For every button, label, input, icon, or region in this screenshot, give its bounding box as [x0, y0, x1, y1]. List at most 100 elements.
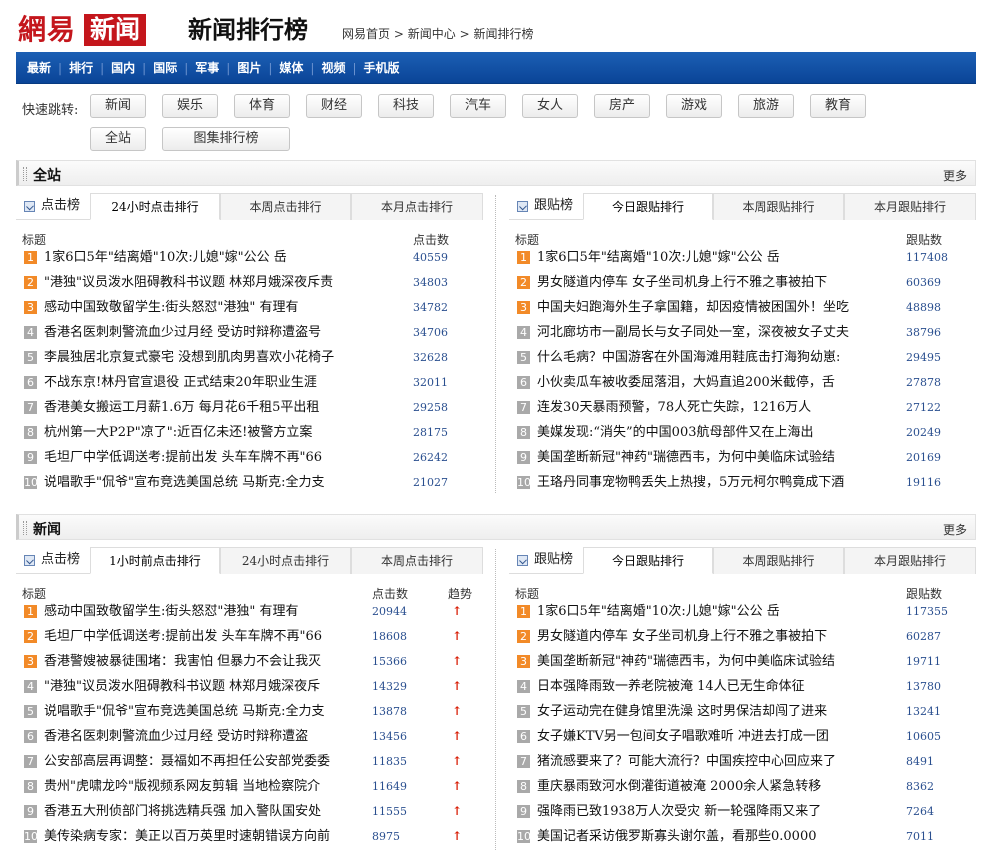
tab-1h-clicks[interactable]: 1小时前点击排行 — [90, 547, 220, 574]
nav-sep: | — [58, 60, 63, 75]
more-link[interactable]: 更多 — [943, 167, 967, 184]
quick-jump-auto[interactable]: 汽车 — [450, 94, 506, 118]
nav-media[interactable]: 媒体 — [274, 59, 308, 76]
news-title-link[interactable]: 连发30天暴雨预警，78人死亡失踪，1216万人 — [537, 395, 892, 420]
nav-ranking[interactable]: 排行 — [64, 59, 98, 76]
rank-badge: 2 — [517, 630, 530, 643]
nav-military[interactable]: 军事 — [190, 59, 224, 76]
news-title-link[interactable]: 感动中国致敬留学生:街头怒怼"港独" 有理有 — [44, 295, 404, 320]
trend-up-icon: ↑ — [452, 629, 463, 643]
news-title-link[interactable]: 什么毛病？中国游客在外国海滩用鞋底击打海狗幼崽: — [537, 345, 892, 370]
news-title-link[interactable]: 王珞丹同事宠物鸭丢失上热搜，5万元柯尔鸭竟成下酒 — [537, 470, 892, 495]
tab-month-comments[interactable]: 本月跟贴排行 — [844, 193, 976, 220]
news-title-link[interactable]: 毛坦厂中学低调送考:提前出发 头车车牌不再"66 — [44, 624, 364, 649]
news-title-link[interactable]: 小伙卖瓜车被收委屈落泪，大妈直追200米截停，舌 — [537, 370, 892, 395]
news-title-link[interactable]: 美国垄断新冠"神药"瑞德西韦，为何中美临床试验结 — [537, 649, 892, 674]
news-title-link[interactable]: 贵州"虎啸龙吟"版视频系网友剪辑 当地检察院介 — [44, 774, 364, 799]
nav-international[interactable]: 国际 — [148, 59, 182, 76]
news-title-link[interactable]: 猪流感要来了？可能大流行？中国疾控中心回应来了 — [537, 749, 892, 774]
tab-24h-clicks[interactable]: 24小时点击排行 — [220, 547, 351, 574]
news-title-link[interactable]: 杭州第一大P2P"凉了":近百亿未还!被警方立案 — [44, 420, 404, 445]
tab-today-comments[interactable]: 今日跟贴排行 — [583, 547, 713, 574]
news-title-link[interactable]: 香港名医刺刺警流血少过月经 受访时辩称遭盗 — [44, 724, 364, 749]
news-title-link[interactable]: 美传染病专家：美正以百万英里时速朝错误方向前 — [44, 824, 364, 849]
news-title-link[interactable]: 1家6口5年"结离婚"10次:儿媳"嫁"公公 岳 — [44, 245, 404, 270]
news-title-link[interactable]: 男女隧道内停车 女子坐司机身上行不雅之事被拍下 — [537, 624, 892, 649]
news-title-link[interactable]: 李晨独居北京复式豪宅 没想到肌肉男喜欢小花椅子 — [44, 345, 404, 370]
news-title-link[interactable]: "港独"议员泼水阻碍教科书议题 林郑月娥深夜斥 — [44, 674, 364, 699]
news-title-link[interactable]: 女子嫌KTV另一包间女子唱歌难听 冲进去打成一团 — [537, 724, 892, 749]
tab-week-comments[interactable]: 本周跟贴排行 — [713, 547, 844, 574]
quick-jump-finance[interactable]: 财经 — [306, 94, 362, 118]
news-title-link[interactable]: 美媒发现:“消失”的中国003航母部件又在上海出 — [537, 420, 892, 445]
rank-badge: 8 — [517, 780, 530, 793]
list-item: 9 香港五大刑侦部门将挑选精兵强 加入警队国安处 11555 ↑ — [16, 799, 483, 824]
nav-pictures[interactable]: 图片 — [232, 59, 266, 76]
nav-domestic[interactable]: 国内 — [106, 59, 140, 76]
breadcrumb-home[interactable]: 网易首页 — [342, 27, 390, 41]
news-title-link[interactable]: 说唱歌手"侃爷"宣布竞选美国总统 马斯克:全力支 — [44, 699, 364, 724]
list-item: 1 1家6口5年"结离婚"10次:儿媳"嫁"公公 岳 117408 — [509, 245, 976, 270]
news-title-link[interactable]: 公安部高层再调整：聂福如不再担任公安部党委委 — [44, 749, 364, 774]
news-title-link[interactable]: 不战东京!林丹官宣退役 正式结束20年职业生涯 — [44, 370, 404, 395]
rank-badge: 5 — [517, 705, 530, 718]
news-comment-ranking-panel: 跟贴榜 今日跟贴排行 本周跟贴排行 本月跟贴排行 标题 跟贴数 1 1家6口5年"… — [509, 547, 976, 850]
news-title-link[interactable]: 河北廊坊市一副局长与女子同处一室，深夜被女子丈夫 — [537, 320, 892, 345]
news-title-link[interactable]: 日本强降雨致一养老院被淹 14人已无生命体征 — [537, 674, 892, 699]
news-title-link[interactable]: 香港美女搬运工月薪1.6万 每月花6千租5平出租 — [44, 395, 404, 420]
quick-jump-tech[interactable]: 科技 — [378, 94, 434, 118]
tab-24h-clicks[interactable]: 24小时点击排行 — [90, 193, 220, 220]
news-title-link[interactable]: 美国记者采访俄罗斯寡头谢尔盖，看那些0.0000 — [537, 824, 892, 849]
tab-today-comments[interactable]: 今日跟贴排行 — [583, 193, 713, 220]
tab-month-comments[interactable]: 本月跟贴排行 — [844, 547, 976, 574]
quick-jump-travel[interactable]: 旅游 — [738, 94, 794, 118]
quick-jump-ent[interactable]: 娱乐 — [162, 94, 218, 118]
quick-jump-edu[interactable]: 教育 — [810, 94, 866, 118]
list-item: 4 "港独"议员泼水阻碍教科书议题 林郑月娥深夜斥 14329 ↑ — [16, 674, 483, 699]
breadcrumb-news-center[interactable]: 新闻中心 — [408, 27, 456, 41]
count-value: 20169 — [906, 451, 941, 464]
news-title-link[interactable]: 美国垄断新冠"神药"瑞德西韦，为何中美临床试验结 — [537, 445, 892, 470]
news-title-link[interactable]: 重庆暴雨致河水倒灌街道被淹 2000余人紧急转移 — [537, 774, 892, 799]
news-title-link[interactable]: 感动中国致敬留学生:街头怒怼"港独" 有理有 — [44, 599, 364, 624]
quick-jump-lady[interactable]: 女人 — [522, 94, 578, 118]
netease-logo[interactable]: 網易 新闻 — [18, 14, 147, 46]
tab-month-clicks[interactable]: 本月点击排行 — [351, 193, 483, 220]
list-item: 9 毛坦厂中学低调送考:提前出发 头车车牌不再"66 26242 — [16, 445, 483, 470]
news-title-link[interactable]: 说唱歌手"侃爷"宣布竞选美国总统 马斯克:全力支 — [44, 470, 404, 495]
rank-badge: 5 — [517, 351, 530, 364]
tab-week-clicks[interactable]: 本周点击排行 — [351, 547, 483, 574]
quick-jump-news[interactable]: 新闻 — [90, 94, 146, 118]
news-title-link[interactable]: 中国夫妇跑海外生子拿国籍，却因疫情被困国外！坐吃 — [537, 295, 892, 320]
news-title-link[interactable]: 香港警嫂被暴徒围堵：我害怕 但暴力不会让我灭 — [44, 649, 364, 674]
quick-jump-game[interactable]: 游戏 — [666, 94, 722, 118]
rank-badge: 7 — [517, 755, 530, 768]
news-title-link[interactable]: 1家6口5年"结离婚"10次:儿媳"嫁"公公 岳 — [537, 599, 892, 624]
quick-jump-sports[interactable]: 体育 — [234, 94, 290, 118]
quick-jump-house[interactable]: 房产 — [594, 94, 650, 118]
list-item: 2 男女隧道内停车 女子坐司机身上行不雅之事被拍下 60287 — [509, 624, 976, 649]
news-title-link[interactable]: 香港名医刺刺警流血少过月经 受访时辩称遭盗号 — [44, 320, 404, 345]
nav-video[interactable]: 视频 — [316, 59, 350, 76]
count-value: 13241 — [906, 705, 941, 718]
nav-latest[interactable]: 最新 — [22, 59, 56, 76]
news-title-link[interactable]: 香港五大刑侦部门将挑选精兵强 加入警队国安处 — [44, 799, 364, 824]
rank-badge: 9 — [24, 451, 37, 464]
news-title-link[interactable]: 女子运动完在健身馆里洗澡 这时男保洁却闯了进来 — [537, 699, 892, 724]
count-value: 15366 — [372, 655, 407, 668]
news-title-link[interactable]: 毛坦厂中学低调送考:提前出发 头车车牌不再"66 — [44, 445, 404, 470]
tab-week-comments[interactable]: 本周跟贴排行 — [713, 193, 844, 220]
more-link[interactable]: 更多 — [943, 521, 967, 538]
news-title-link[interactable]: 1家6口5年"结离婚"10次:儿媳"嫁"公公 岳 — [537, 245, 892, 270]
list-item: 4 香港名医刺刺警流血少过月经 受访时辩称遭盗号 34706 — [16, 320, 483, 345]
news-title-link[interactable]: "港独"议员泼水阻碍教科书议题 林郑月娥深夜斥责 — [44, 270, 404, 295]
tab-week-clicks[interactable]: 本周点击排行 — [220, 193, 351, 220]
quick-jump-all[interactable]: 全站 — [90, 127, 146, 151]
news-title-link[interactable]: 强降雨已致1938万人次受灾 新一轮强降雨又来了 — [537, 799, 892, 824]
count-value: 32011 — [413, 376, 448, 389]
quick-jump-gallery-rank[interactable]: 图集排行榜 — [162, 127, 290, 151]
list-item: 9 强降雨已致1938万人次受灾 新一轮强降雨又来了 7264 — [509, 799, 976, 824]
news-title-link[interactable]: 男女隧道内停车 女子坐司机身上行不雅之事被拍下 — [537, 270, 892, 295]
trend-up-icon: ↑ — [452, 729, 463, 743]
nav-mobile[interactable]: 手机版 — [359, 59, 405, 76]
